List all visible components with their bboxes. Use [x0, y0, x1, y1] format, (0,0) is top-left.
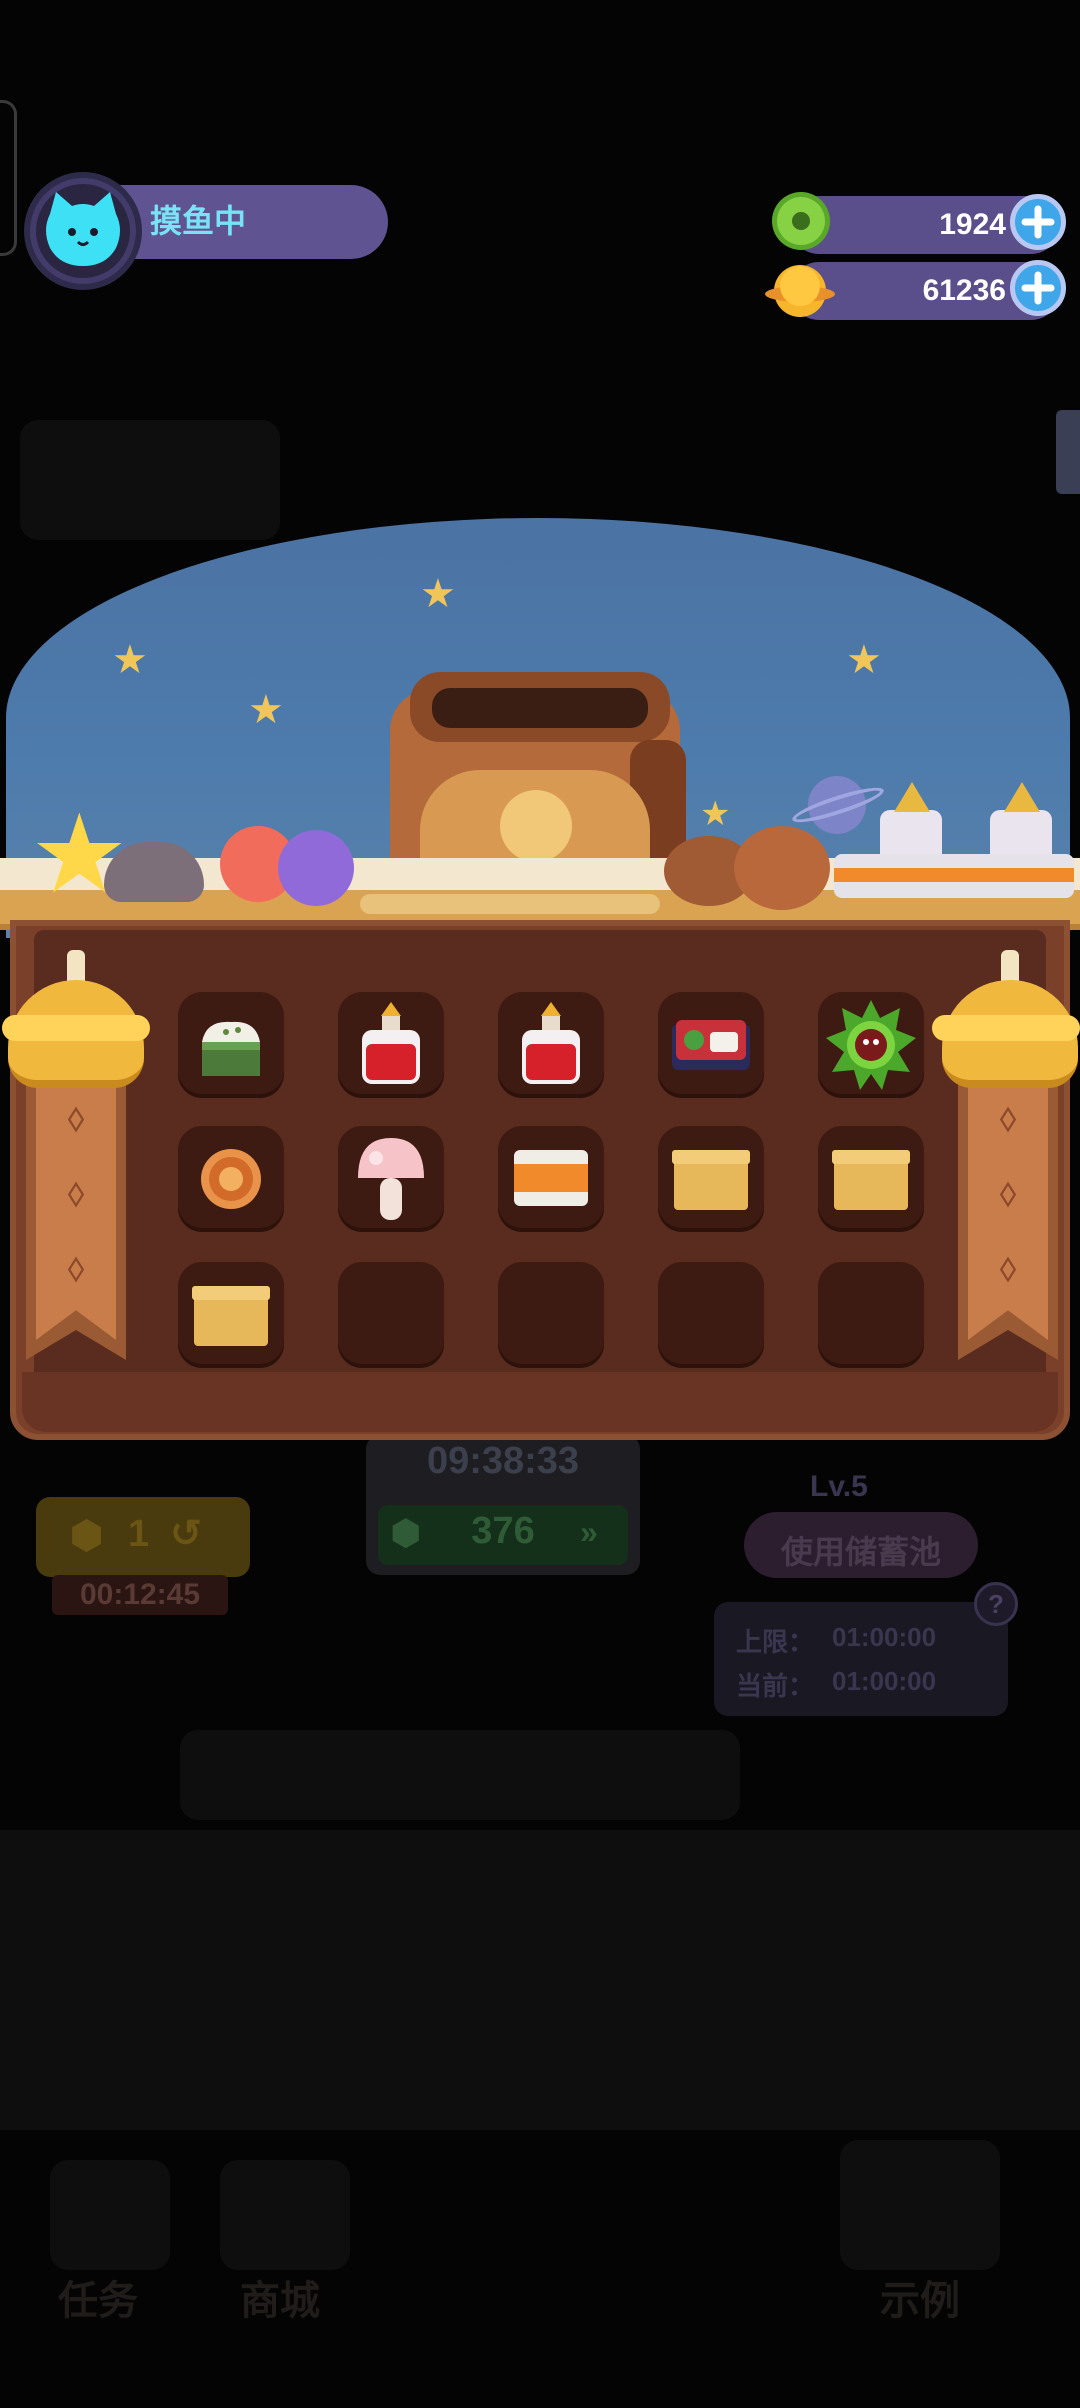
cardboard-box-icon [832, 1150, 910, 1210]
shelf-strip [360, 894, 660, 914]
bottle-cap [1004, 782, 1040, 812]
left-edge-tab [0, 100, 17, 256]
dim-center-timer: 09:38:33 [426, 1440, 580, 1482]
dim-level: Lv.5 [810, 1470, 868, 1503]
dim-storage-label: 使用储蓄池 [780, 1534, 941, 1570]
bag-slot[interactable] [338, 1126, 444, 1232]
bag-slot[interactable] [338, 992, 444, 1098]
cardboard-box-icon [192, 1286, 270, 1346]
left-bell-band [2, 1015, 150, 1041]
star-icon: ★ [112, 638, 148, 682]
fish-icon: ⬨ [999, 1170, 1017, 1214]
dim-tasks-icon [50, 2160, 170, 2270]
dim-panel-left [20, 420, 280, 540]
bag-slot[interactable] [178, 1262, 284, 1368]
cookie-icon [201, 1149, 261, 1209]
bag-slot[interactable] [818, 992, 924, 1098]
canned-food-icon [514, 1150, 588, 1206]
donut-coin-icon [770, 190, 832, 252]
dim-nav-gift: 示例 [880, 2279, 960, 2323]
bento-box-icon [672, 1020, 750, 1070]
bag-slot[interactable] [818, 1126, 924, 1232]
star-icon: ★ [846, 638, 882, 682]
bag-slot[interactable] [498, 1126, 604, 1232]
right-bell-band [932, 1015, 1080, 1041]
plus-icon [1021, 271, 1055, 305]
side-drawer-handle[interactable] [1056, 410, 1080, 494]
dim-banner [180, 1730, 740, 1820]
avatar[interactable] [36, 184, 130, 278]
dim-limit-value: 01:00:00 [832, 1622, 937, 1652]
bag-slot[interactable] [658, 1126, 764, 1232]
fish-icon: ⬨ [999, 1095, 1017, 1139]
cardboard-box-icon [672, 1150, 750, 1210]
red-potion-icon [362, 1002, 420, 1084]
meat-bone-icon [734, 826, 830, 910]
fast-forward-icon: » [580, 1514, 598, 1550]
dim-current-value: 01:00:00 [832, 1666, 937, 1696]
add-currency-2-button[interactable] [1010, 260, 1066, 316]
dim-left-timer: 00:12:45 [79, 1578, 201, 1611]
dim-shop-icon [220, 2160, 350, 2270]
dim-gift-icon [840, 2140, 1000, 2270]
fish-icon: ⬨ [67, 1245, 85, 1289]
bag-slot[interactable] [178, 992, 284, 1098]
star-icon: ★ [700, 795, 731, 833]
plus-icon [1021, 205, 1055, 239]
bag-slot-empty[interactable] [818, 1262, 924, 1368]
dim-current-label: 当前： [736, 1671, 815, 1701]
fish-icon: ⬨ [999, 1245, 1017, 1289]
can-label-stripe [834, 868, 1074, 882]
fish-icon: ⬨ [67, 1170, 85, 1214]
bag-slot-empty[interactable] [658, 1262, 764, 1368]
dim-room [0, 1830, 1080, 2130]
refresh-icon: ↺ [170, 1513, 202, 1555]
red-potion-icon [522, 1002, 580, 1084]
add-currency-1-button[interactable] [1010, 194, 1066, 250]
dim-nav-tasks: 任务 [58, 2279, 138, 2323]
bag-slot-empty[interactable] [498, 1262, 604, 1368]
dim-speedup-count: 1 [128, 1513, 150, 1555]
bag-slot[interactable] [178, 1126, 284, 1232]
fish-icon: ⬨ [67, 1095, 85, 1139]
bag-panel-bottom [22, 1372, 1058, 1432]
rice-cake-icon [202, 1021, 260, 1076]
star-icon: ★ [248, 688, 284, 732]
bag-slot[interactable] [658, 992, 764, 1098]
help-icon: ? [974, 1582, 1018, 1626]
hex-icon: ⬢ [70, 1515, 104, 1557]
bottle-cap [894, 782, 930, 812]
dim-nav-shop: 商城 [240, 2279, 320, 2323]
planet-coin-icon [764, 258, 836, 324]
purple-yarn-icon [278, 830, 354, 906]
bag-slot-empty[interactable] [338, 1262, 444, 1368]
dim-limit-label: 上限： [736, 1627, 815, 1657]
bag-slot[interactable] [498, 992, 604, 1098]
cat-face-icon [46, 192, 120, 266]
player-name: 摸鱼中 [150, 203, 247, 239]
green-spiky-creature-icon [826, 1000, 916, 1090]
star-icon: ★ [420, 572, 456, 616]
mushroom-icon [358, 1138, 424, 1220]
